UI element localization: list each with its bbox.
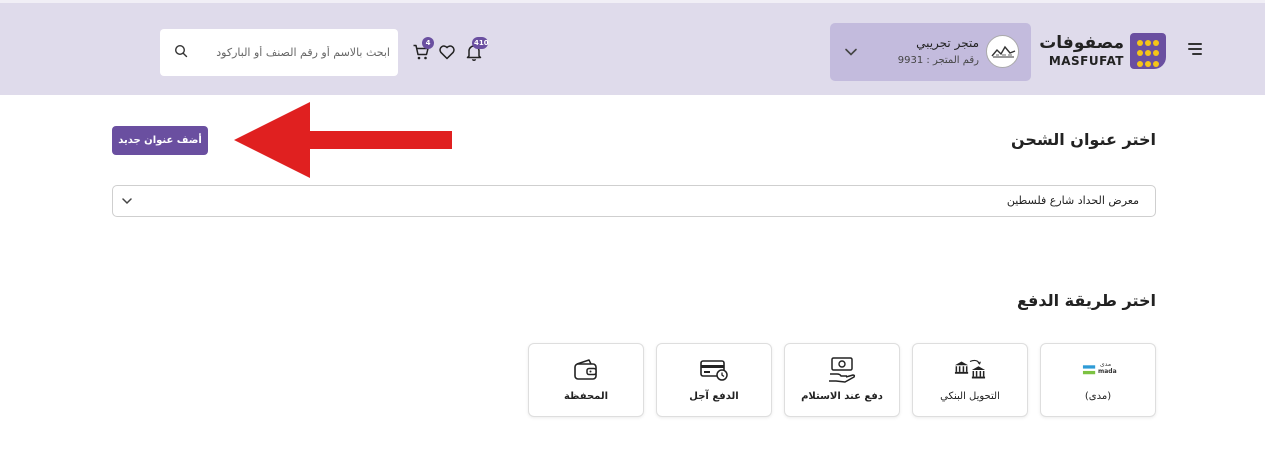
logo[interactable]: مصفوفات MASFUFAT bbox=[1039, 33, 1166, 71]
search-icon[interactable] bbox=[174, 44, 188, 58]
payment-method-title: اختر طريقة الدفع bbox=[1016, 291, 1156, 310]
store-name: متجر تجريبي bbox=[916, 36, 979, 50]
notifications-badge: 410 bbox=[472, 37, 489, 49]
payment-option-label: الدفع آجل bbox=[689, 391, 739, 402]
chevron-down-icon bbox=[122, 198, 132, 205]
payment-option-label: المحفظة bbox=[563, 391, 609, 402]
payment-option-wallet[interactable]: المحفظة bbox=[528, 343, 644, 417]
payment-option-label: التحويل البنكي bbox=[940, 391, 1000, 402]
logo-text-arabic: مصفوفات bbox=[1039, 33, 1124, 53]
payment-option-deferred[interactable]: الدفع آجل bbox=[656, 343, 772, 417]
search-box bbox=[160, 29, 398, 76]
notifications-button[interactable]: 410 bbox=[465, 37, 489, 61]
payment-option-bank-transfer[interactable]: التحويل البنكي bbox=[912, 343, 1028, 417]
payment-option-cash-on-delivery[interactable]: دفع عند الاستلام bbox=[784, 343, 900, 417]
wallet-icon bbox=[570, 356, 602, 384]
deferred-payment-icon bbox=[698, 356, 730, 384]
arrow-annotation-icon bbox=[234, 102, 452, 178]
payment-option-mada[interactable]: مدى mada (مدى) bbox=[1040, 343, 1156, 417]
payment-option-label: (مدى) bbox=[1084, 391, 1112, 402]
menu-icon[interactable] bbox=[1186, 41, 1202, 57]
selected-address: معرض الحداد شارع فلسطين bbox=[1006, 194, 1139, 207]
logo-text-english: MASFUFAT bbox=[1048, 54, 1124, 68]
store-selector[interactable]: متجر تجريبي رقم المتجر : 9931 bbox=[830, 23, 1031, 81]
mada-logo-text-english: mada bbox=[1098, 368, 1117, 375]
payment-option-label: دفع عند الاستلام bbox=[801, 391, 883, 402]
heart-icon bbox=[439, 45, 455, 60]
store-number: رقم المتجر : 9931 bbox=[897, 55, 979, 66]
address-select[interactable]: معرض الحداد شارع فلسطين bbox=[112, 185, 1156, 217]
bank-transfer-icon bbox=[954, 356, 986, 384]
mada-logo-text-arabic: مدى bbox=[1100, 361, 1112, 368]
cart-badge: 4 bbox=[422, 37, 434, 49]
cash-on-delivery-icon bbox=[826, 356, 858, 384]
add-new-address-button[interactable]: أضف عنوان جديد bbox=[112, 126, 208, 155]
store-avatar bbox=[986, 35, 1019, 68]
favorites-button[interactable] bbox=[438, 43, 456, 61]
search-input[interactable] bbox=[190, 41, 390, 63]
cart-button[interactable]: 4 bbox=[412, 37, 434, 61]
shipping-address-title: اختر عنوان الشحن bbox=[1011, 130, 1156, 149]
top-bar: مصفوفات MASFUFAT متجر تجريبي رقم المتجر … bbox=[0, 0, 1265, 95]
chevron-down-icon bbox=[845, 48, 857, 56]
logo-mark-icon bbox=[1130, 33, 1166, 69]
